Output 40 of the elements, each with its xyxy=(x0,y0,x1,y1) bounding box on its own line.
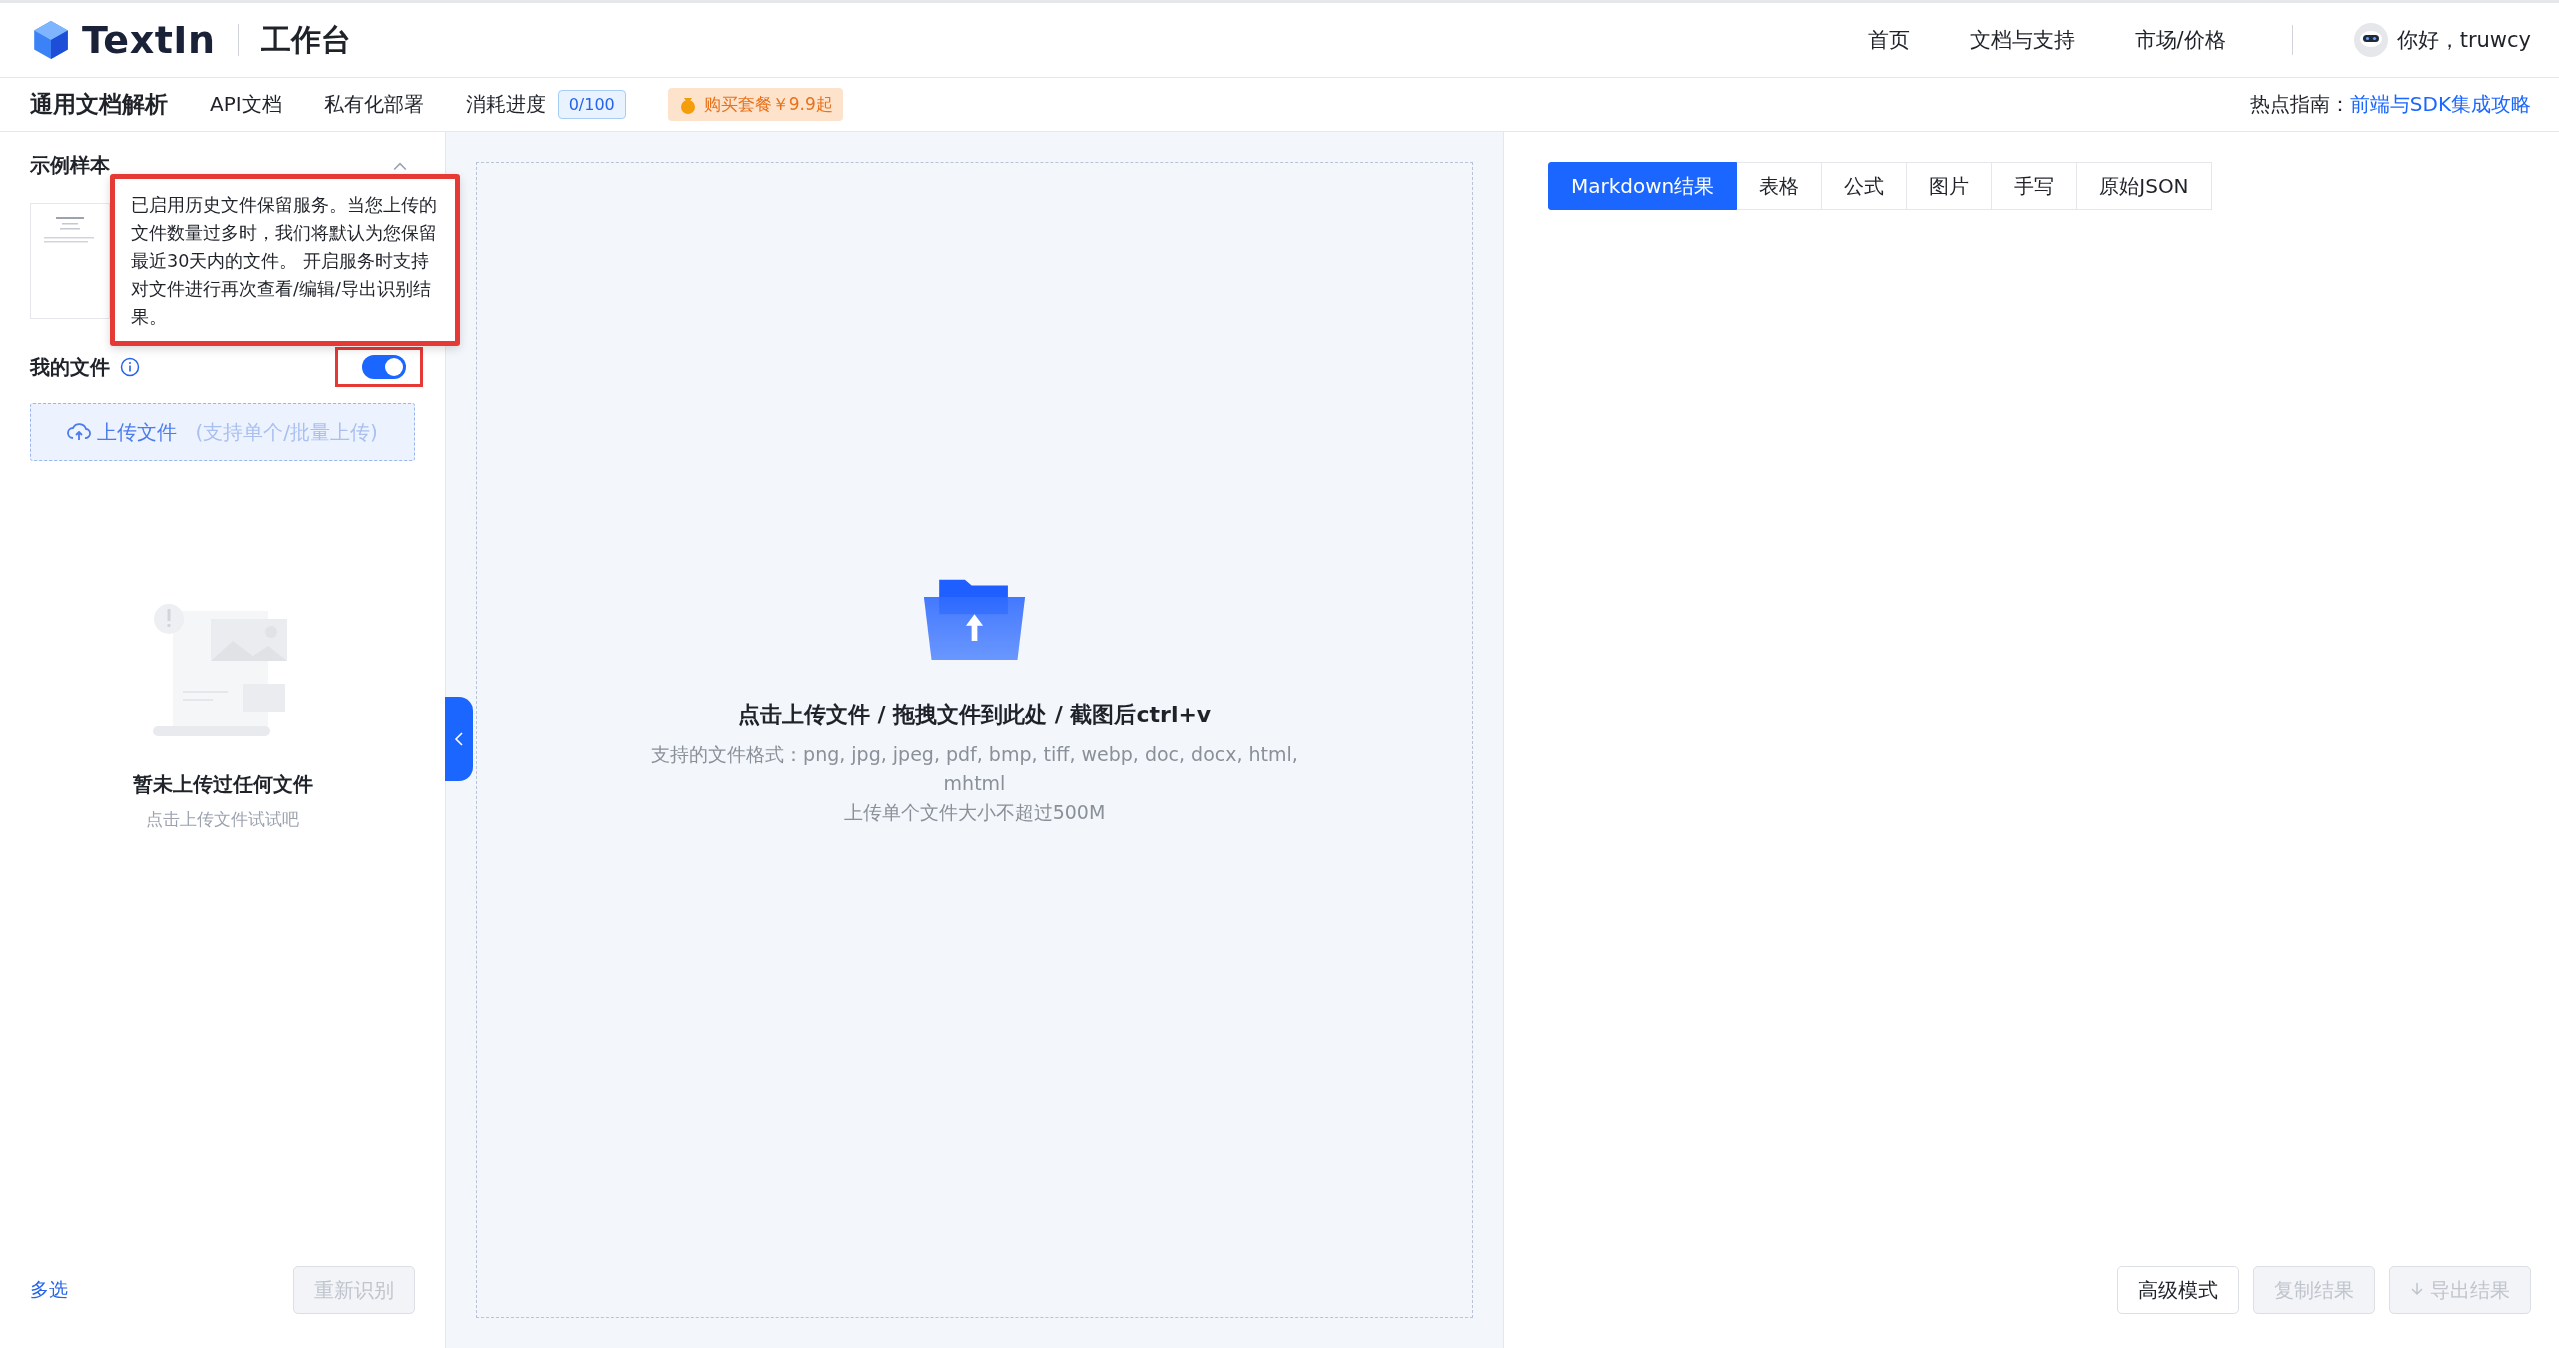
result-tab[interactable]: 手写 xyxy=(1992,162,2078,210)
result-tab[interactable]: 原始JSON xyxy=(2077,162,2212,210)
usage-label: 消耗进度 xyxy=(465,91,546,118)
supported-formats-text: 支持的文件格式：png, jpg, jpeg, pdf, bmp, tiff, webp, doc, docx, html, mhtml xyxy=(650,741,1299,796)
sample-document-thumbnail[interactable] xyxy=(30,203,110,319)
result-tab[interactable]: 公式 xyxy=(1822,162,1908,210)
workspace-title: 工作台 xyxy=(260,20,351,59)
result-tab[interactable]: 图片 xyxy=(1907,162,1993,210)
hot-guide-link[interactable]: 前端与SDK集成攻略 xyxy=(2349,91,2531,118)
nav-link[interactable]: 首页 xyxy=(1867,26,1910,54)
multi-select-link[interactable]: 多选 xyxy=(30,1277,68,1303)
result-tab[interactable]: 表格 xyxy=(1737,162,1823,210)
nav-link[interactable]: 文档与支持 xyxy=(1969,26,2075,54)
user-greeting[interactable]: 你好，truwcy xyxy=(2396,26,2531,54)
download-icon xyxy=(2410,1282,2424,1298)
product-title[interactable]: 通用文档解析 xyxy=(30,89,168,120)
cloud-upload-icon xyxy=(67,422,92,442)
hot-guide-label: 热点指南： xyxy=(2249,91,2350,118)
toggle-switch[interactable] xyxy=(362,355,406,379)
collapse-handle[interactable] xyxy=(445,697,473,781)
samples-title: 示例样本 xyxy=(30,152,110,179)
upload-file-button[interactable]: 上传文件 (支持单个/批量上传) xyxy=(30,403,415,461)
drop-zone-title: 点击上传文件 / 拖拽文件到此处 / 截图后ctrl+v xyxy=(737,700,1212,729)
tooltip-text: 已启用历史文件保留服务。当您上传的文件数量过多时，我们将默认为您保留最近30天内的文件。 开启服务时支持对文件进行再次查看/编辑/导出识别结果。 xyxy=(131,194,438,329)
info-icon[interactable] xyxy=(120,357,140,377)
action-button[interactable]: 高级模式 xyxy=(2117,1266,2239,1314)
usage-badge: 0/100 xyxy=(557,90,626,119)
sub-nav-link[interactable]: API文档 xyxy=(210,91,282,118)
size-limit-text: 上传单个文件大小不超过500M xyxy=(843,799,1106,825)
sub-nav-link[interactable]: 私有化部署 xyxy=(323,91,424,118)
logo-text[interactable]: TextIn xyxy=(82,18,216,62)
drop-zone[interactable]: 点击上传文件 / 拖拽文件到此处 / 截图后ctrl+v 支持的文件格式：png, jpg, jpeg, pdf, bmp, tiff, webp, doc, docx, html, mhtml 上传单个文件大小不超过500M xyxy=(476,162,1473,1318)
caret-icon[interactable] xyxy=(393,160,407,171)
my-files-title: 我的文件 xyxy=(30,353,110,381)
result-tab[interactable]: Markdown结果 xyxy=(1548,162,1738,210)
empty-state-hint: 点击上传文件试试吧 xyxy=(146,808,299,831)
chevron-left-icon xyxy=(454,731,464,747)
robot-avatar-icon[interactable] xyxy=(2352,22,2389,58)
nav-link[interactable]: 市场/价格 xyxy=(2134,26,2226,54)
empty-state-title: 暂未上传过任何文件 xyxy=(132,771,313,798)
